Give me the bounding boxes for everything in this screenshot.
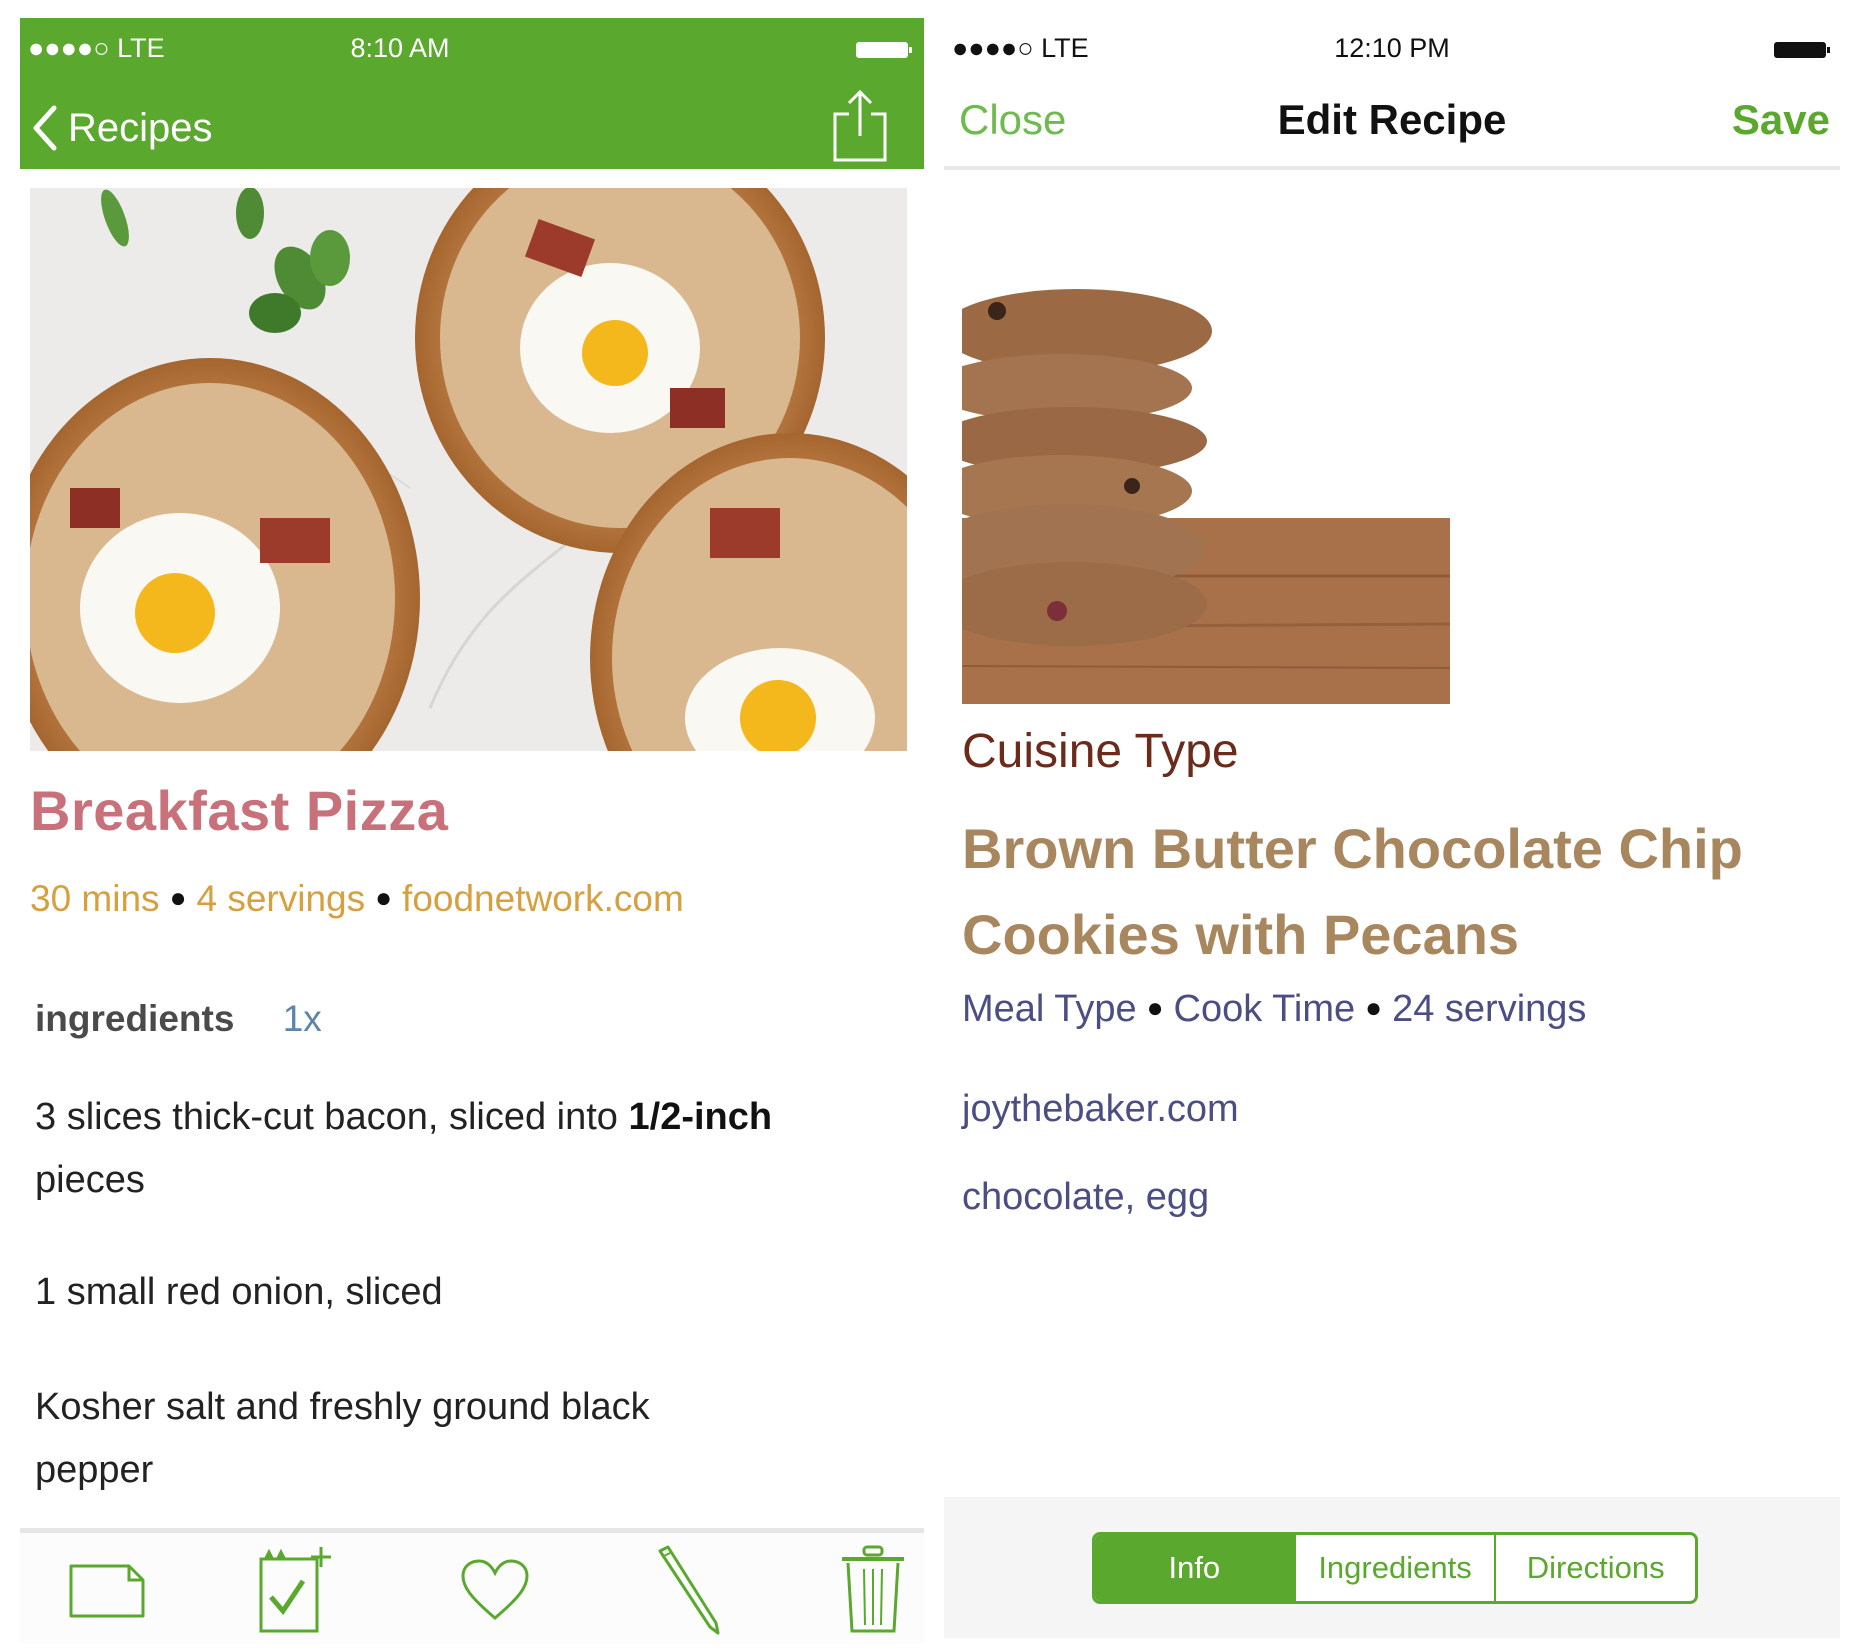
cook-time: 30 mins	[30, 878, 160, 919]
nav-header: ●●●●○ LTE 12:10 PM Close Edit Recipe Sav…	[944, 18, 1840, 168]
scale-button[interactable]: 1x	[283, 998, 322, 1039]
ingredient-item: 1 small red onion, sliced	[35, 1271, 443, 1313]
source-link[interactable]: foodnetwork.com	[402, 878, 684, 919]
chevron-left-icon	[33, 105, 57, 151]
battery-icon	[1774, 40, 1832, 65]
recipe-title: Breakfast Pizza	[30, 779, 449, 842]
segmented-control: Info Ingredients Directions	[1092, 1532, 1698, 1604]
separator-dot: ●	[1365, 992, 1383, 1023]
tab-directions[interactable]: Directions	[1494, 1535, 1695, 1601]
nav-header: ●●●●○ LTE 8:10 AM Recipes	[20, 18, 924, 169]
save-button[interactable]: Save	[1732, 96, 1830, 144]
folder-icon[interactable]	[62, 1545, 152, 1635]
servings-field[interactable]: 24 servings	[1392, 988, 1586, 1030]
cuisine-type-field[interactable]: Cuisine Type	[962, 724, 1239, 779]
recipe-detail-screen: ●●●●○ LTE 8:10 AM Recipes Breakfast Pizz…	[20, 18, 924, 1643]
add-to-list-icon[interactable]	[250, 1545, 340, 1635]
recipe-photo	[30, 188, 907, 751]
nav-divider	[944, 166, 1840, 170]
separator-dot: ●	[169, 882, 187, 913]
page-title: Edit Recipe	[1277, 96, 1507, 143]
separator-dot: ●	[375, 882, 393, 913]
recipe-meta: 30 mins ● 4 servings ● foodnetwork.com	[30, 878, 684, 920]
recipe-meta: Meal Type ● Cook Time ● 24 servings	[962, 988, 1586, 1031]
back-label: Recipes	[68, 105, 213, 150]
meal-type-field[interactable]: Meal Type	[962, 988, 1137, 1030]
edit-recipe-screen: ●●●●○ LTE 12:10 PM Close Edit Recipe Sav…	[944, 18, 1840, 1638]
back-button[interactable]: Recipes	[32, 96, 213, 160]
battery-icon	[856, 40, 914, 65]
heart-icon[interactable]	[450, 1545, 540, 1635]
trash-icon[interactable]	[828, 1545, 918, 1635]
ingredients-label: ingredients	[35, 998, 235, 1039]
share-icon[interactable]	[831, 88, 889, 169]
status-time: 8:10 AM	[350, 33, 450, 63]
pencil-icon[interactable]	[645, 1545, 735, 1635]
tags-field[interactable]: chocolate, egg	[962, 1176, 1209, 1219]
recipe-photo[interactable]	[962, 286, 1450, 704]
recipe-title-field[interactable]: Brown Butter Chocolate Chip Cookies with…	[962, 806, 1822, 978]
status-time: 12:10 PM	[1334, 33, 1450, 63]
separator-dot: ●	[1146, 992, 1164, 1023]
tab-info[interactable]: Info	[1095, 1535, 1294, 1601]
tab-ingredients[interactable]: Ingredients	[1293, 1535, 1495, 1601]
source-field[interactable]: joythebaker.com	[962, 1088, 1239, 1131]
ingredient-item: Kosher salt and freshly ground black pep…	[35, 1386, 650, 1491]
ingredient-item: 3 slices thick-cut bacon, sliced into 1/…	[35, 1096, 773, 1201]
ingredients-header: ingredients 1x	[35, 998, 322, 1040]
bottom-toolbar	[20, 1533, 924, 1643]
servings: 4 servings	[196, 878, 366, 919]
cook-time-field[interactable]: Cook Time	[1174, 988, 1356, 1030]
